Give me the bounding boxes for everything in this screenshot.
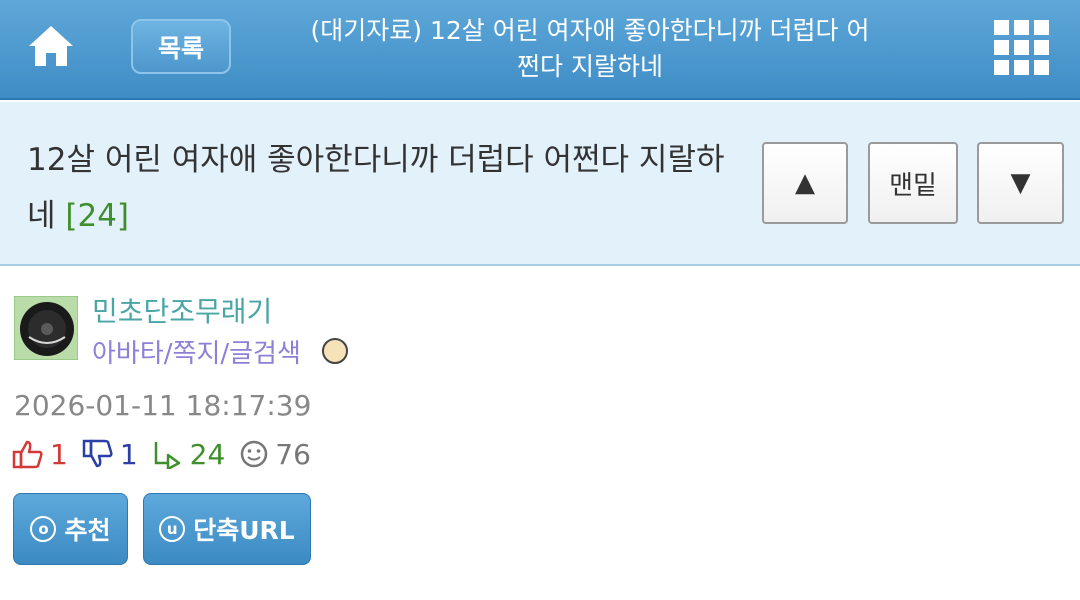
subject-band: 12살 어린 여자애 좋아한다니까 더럽다 어쩐다 지랄하네 [24] ▲ 맨밑… (0, 102, 1080, 266)
view-count: 76 (275, 437, 311, 471)
smiley-icon (241, 440, 268, 468)
post-stats: 1 1 24 76 (12, 436, 325, 472)
list-button[interactable]: 목록 (131, 19, 231, 74)
post-subject: 12살 어린 여자애 좋아한다니까 더럽다 어쩐다 지랄하네 [24] (27, 132, 727, 244)
scroll-up-button[interactable]: ▲ (762, 142, 848, 224)
recommend-button[interactable]: o 추천 (13, 493, 128, 565)
grid-menu-icon (1014, 60, 1029, 75)
reply-arrow-icon (154, 442, 180, 469)
post-subject-text: 12살 어린 여자애 좋아한다니까 더럽다 어쩐다 지랄하네 (27, 142, 725, 234)
top-bar: 목록 (대기자료) 12살 어린 여자애 좋아한다니까 더럽다 어쩐다 지랄하네 (0, 0, 1080, 100)
reply-count: 24 (189, 437, 226, 471)
view-stat: 76 (239, 438, 311, 471)
grid-menu-icon (994, 60, 1009, 75)
level-badge-icon (322, 338, 348, 364)
grid-menu-icon (1014, 20, 1029, 35)
scroll-down-button[interactable]: ▼ (977, 142, 1064, 224)
short-url-circle-icon: u (159, 516, 186, 542)
author-links[interactable]: 아바타/쪽지/글검색 (92, 333, 301, 370)
home-button[interactable] (24, 22, 78, 72)
scroll-bottom-label: 맨밑 (889, 170, 937, 201)
recommend-circle-icon: o (30, 516, 57, 542)
home-icon (29, 26, 73, 66)
upvote-stat: 1 (12, 438, 68, 471)
short-url-label: 단축URL (193, 516, 295, 545)
short-url-button[interactable]: u 단축URL (143, 493, 311, 565)
grid-menu-button[interactable] (994, 20, 1050, 76)
upvote-count: 1 (50, 437, 68, 471)
post-timestamp: 2026-01-11 18:17:39 (14, 389, 312, 422)
grid-menu-icon (1014, 40, 1029, 55)
scroll-bottom-button[interactable]: 맨밑 (868, 142, 958, 224)
author-name[interactable]: 민초단조무래기 (92, 290, 272, 330)
down-arrow-icon: ▼ (1010, 168, 1031, 198)
page-title: (대기자료) 12살 어린 여자애 좋아한다니까 더럽다 어쩐다 지랄하네 (310, 16, 870, 81)
downvote-count: 1 (119, 437, 138, 471)
reply-stat: 24 (152, 437, 226, 471)
avatar[interactable] (14, 296, 78, 360)
recommend-label: 추천 (64, 516, 111, 545)
up-arrow-icon: ▲ (795, 168, 815, 198)
grid-menu-icon (1034, 40, 1049, 55)
avatar-image-icon (15, 297, 77, 359)
grid-menu-icon (994, 40, 1009, 55)
comment-count[interactable]: [24] (65, 198, 129, 234)
grid-menu-icon (1034, 60, 1049, 75)
downvote-stat: 1 (82, 438, 138, 471)
thumbs-down-icon (82, 439, 113, 468)
grid-menu-icon (994, 20, 1009, 35)
grid-menu-icon (1034, 20, 1049, 35)
thumbs-up-icon (12, 440, 43, 469)
